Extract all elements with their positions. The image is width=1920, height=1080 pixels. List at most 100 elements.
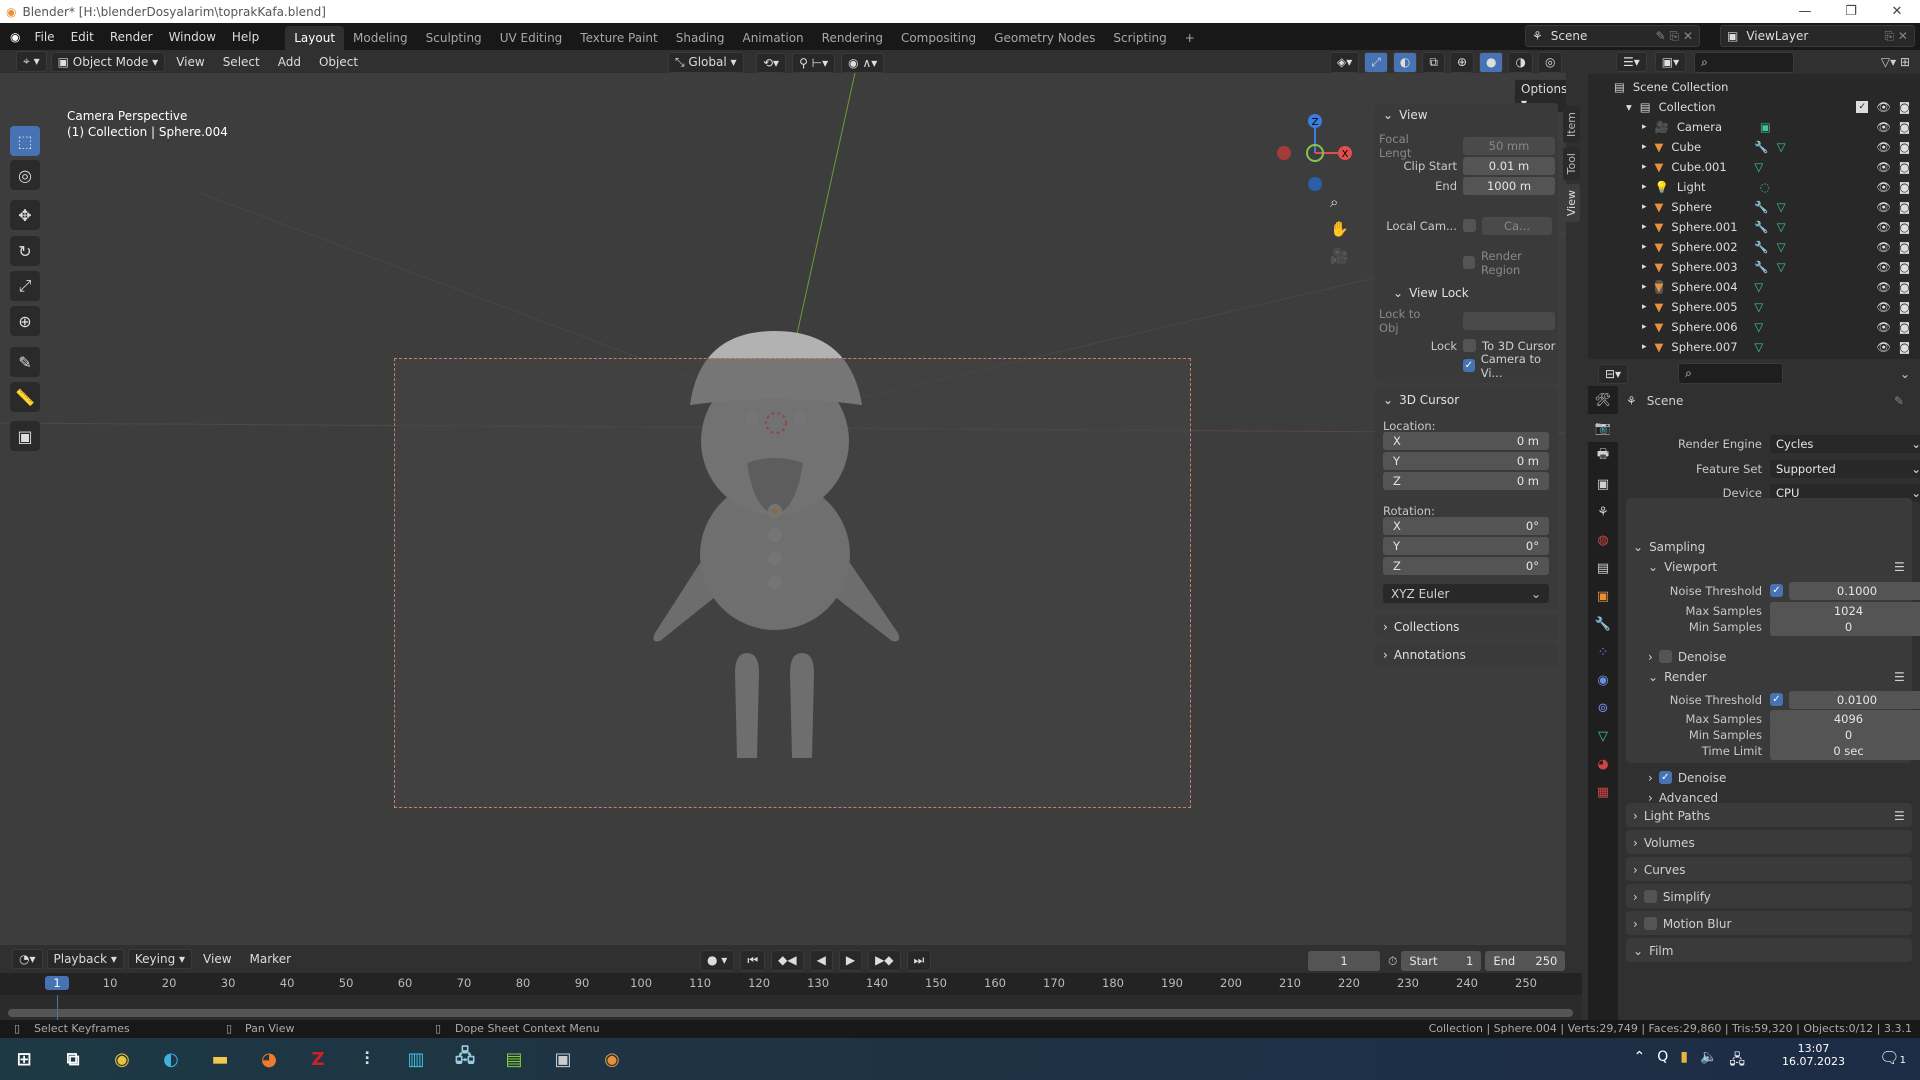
expand-arrow-icon[interactable]: ▸ <box>1642 182 1647 192</box>
menu-object[interactable]: Object <box>312 55 365 69</box>
tray-expand-icon[interactable]: ⌃ <box>1633 1049 1645 1073</box>
workspace-tab-scripting[interactable]: Scripting <box>1104 26 1175 50</box>
next-keyframe-button[interactable]: ▶◆ <box>868 950 901 971</box>
camera-render-icon[interactable]: ◙ <box>1899 240 1910 254</box>
outliner-search-input[interactable]: ⌕ <box>1694 51 1795 73</box>
modifier-tab-icon[interactable]: 🔧 <box>1588 610 1618 638</box>
collection-tab-icon[interactable]: ▤ <box>1588 554 1618 582</box>
solid-shading-icon[interactable]: ● <box>1479 52 1504 73</box>
eye-icon[interactable]: 👁 <box>1876 160 1891 174</box>
keying-menu[interactable]: Keying ▾ <box>127 949 193 969</box>
workspace-tab-geometry-nodes[interactable]: Geometry Nodes <box>985 26 1104 50</box>
network-icon[interactable]: 🖧 <box>1729 1049 1745 1073</box>
camera-render-icon[interactable]: ◙ <box>1899 120 1910 134</box>
3d-cursor-header[interactable]: ⌄ 3D Cursor <box>1375 388 1558 412</box>
render-tab-icon[interactable]: 📷 <box>1588 414 1618 442</box>
texture-tab-icon[interactable]: ▦ <box>1588 778 1618 806</box>
expand-arrow-icon[interactable]: ▸ <box>1642 202 1647 212</box>
file-explorer-icon[interactable]: ▬ <box>206 1046 234 1072</box>
modifier-icon[interactable]: 🔧 <box>1754 220 1768 234</box>
monitor-app-icon[interactable]: ▣ <box>549 1046 577 1072</box>
rotate-tool-icon[interactable]: ↻ <box>10 236 40 266</box>
chrome-icon[interactable]: ◉ <box>108 1046 136 1072</box>
rendered-shading-icon[interactable]: ◎ <box>1537 52 1563 73</box>
filezilla-icon[interactable]: Z <box>304 1046 332 1072</box>
mesh-data-icon[interactable]: ▽ <box>1754 340 1763 354</box>
scene-selector[interactable]: ⚘ Scene ✎ ⎘ ✕ <box>1525 25 1700 47</box>
camera-render-icon[interactable]: ◙ <box>1899 160 1910 174</box>
outliner-display-mode[interactable]: ☰▾ <box>1616 52 1647 72</box>
collections-panel[interactable]: › Collections <box>1375 615 1558 639</box>
focal-length-field[interactable]: 50 mm <box>1463 136 1555 155</box>
cursor-rotation-z-field[interactable]: Z 0° <box>1383 557 1549 575</box>
eye-icon[interactable]: 👁 <box>1876 320 1891 334</box>
workspace-tab-shading[interactable]: Shading <box>667 26 734 50</box>
start-frame-field[interactable]: Start 1 <box>1401 951 1482 971</box>
outliner-item-light[interactable]: ▸ 💡 Light ◌ 👁 ◙ <box>1588 177 1920 197</box>
viewport-noise-threshold-field[interactable]: 0.1000 <box>1789 581 1920 600</box>
move-tool-icon[interactable]: ✥ <box>10 200 40 230</box>
play-button[interactable]: ▶ <box>838 950 863 971</box>
firefox-icon[interactable]: ◕ <box>255 1046 283 1072</box>
camera-render-icon[interactable]: ◙ <box>1899 140 1910 154</box>
workspace-tab-animation[interactable]: Animation <box>733 26 812 50</box>
mesh-data-icon[interactable]: ▽ <box>1754 280 1763 294</box>
feature-set-dropdown[interactable]: Supported ⌄ <box>1770 459 1920 478</box>
menu-add[interactable]: Add <box>271 55 308 69</box>
workspace-tab-sculpting[interactable]: Sculpting <box>417 26 491 50</box>
timeline-track-area[interactable] <box>0 995 1582 1020</box>
viewport-min-samples-field[interactable]: 0 <box>1770 617 1920 636</box>
motion-blur-checkbox[interactable] <box>1643 917 1657 930</box>
mesh-data-icon[interactable]: ▽ <box>1777 140 1786 154</box>
outliner-item-camera[interactable]: ▸ 🎥 Camera ▣ 👁 ◙ <box>1588 117 1920 137</box>
view-panel-header[interactable]: ⌄ View <box>1375 103 1558 127</box>
expand-arrow-icon[interactable]: ▸ <box>1642 342 1647 352</box>
local-camera-field[interactable]: Ca... <box>1482 216 1552 235</box>
properties-search-input[interactable]: ⌕ <box>1678 363 1784 384</box>
editor-type-button[interactable]: ⌖ ▾ <box>16 51 47 72</box>
local-camera-checkbox[interactable] <box>1463 219 1476 232</box>
render-noise-threshold-checkbox[interactable]: ✓ <box>1770 693 1783 706</box>
mesh-data-icon[interactable]: ▽ <box>1777 200 1786 214</box>
clock[interactable]: 13:07 16.07.2023 <box>1782 1042 1845 1068</box>
light-data-icon[interactable]: ◌ <box>1760 180 1770 194</box>
menu-select[interactable]: Select <box>216 55 267 69</box>
eye-icon[interactable]: 👁 <box>1876 300 1891 314</box>
playback-menu[interactable]: Playback ▾ <box>46 949 124 969</box>
stopwatch-icon[interactable]: ⏱ <box>1388 954 1397 969</box>
outliner-item-sphere-004[interactable]: ▸ ▼ Sphere.004 ▽ 👁 ◙ <box>1588 277 1920 297</box>
transform-orientation-dropdown[interactable]: ⤡ Global ▾ <box>668 52 744 73</box>
gizmo-toggle-icon[interactable]: ⤢ <box>1364 52 1388 73</box>
expand-arrow-icon[interactable]: ▸ <box>1642 162 1647 172</box>
render-region-checkbox[interactable] <box>1463 256 1475 269</box>
jump-end-button[interactable]: ⏭ <box>906 950 932 971</box>
record-button[interactable]: ● ▾ <box>700 950 735 971</box>
camera-render-icon[interactable]: ◙ <box>1899 260 1910 274</box>
motion-blur-row[interactable]: › Motion Blur <box>1633 914 1731 933</box>
menu-window[interactable]: Window <box>161 30 224 44</box>
output-tab-icon[interactable]: 🖶 <box>1588 442 1618 470</box>
transform-tool-icon[interactable]: ⊕ <box>10 306 40 336</box>
annotations-panel[interactable]: › Annotations <box>1375 643 1558 667</box>
tab-item[interactable]: Item <box>1563 106 1580 144</box>
presets-list-icon[interactable]: ☰ <box>1894 560 1905 574</box>
mesh-data-icon[interactable]: ▽ <box>1777 240 1786 254</box>
workspace-tab-texture-paint[interactable]: Texture Paint <box>571 26 666 50</box>
expand-arrow-icon[interactable]: ▸ <box>1642 302 1647 312</box>
network-app-icon[interactable]: 🖧 <box>451 1046 479 1072</box>
expand-arrow-icon[interactable]: ▾ <box>1626 100 1632 114</box>
eye-icon[interactable]: 👁 <box>1876 140 1891 154</box>
clip-start-field[interactable]: 0.01 m <box>1463 156 1555 175</box>
sampling-header[interactable]: ⌄ Sampling <box>1633 537 1705 556</box>
edge-icon[interactable]: ◐ <box>157 1046 185 1072</box>
cursor-rotation-x-field[interactable]: X 0° <box>1383 517 1549 535</box>
tray-app-icon[interactable]: ▮ <box>1680 1049 1688 1073</box>
visibility-icon[interactable]: ◈▾ <box>1330 52 1360 73</box>
outliner-item-sphere-007[interactable]: ▸ ▼ Sphere.007 ▽ 👁 ◙ <box>1588 337 1920 357</box>
workspace-tab-rendering[interactable]: Rendering <box>813 26 892 50</box>
prev-keyframe-button[interactable]: ◆◀ <box>771 950 804 971</box>
measure-tool-icon[interactable]: 📏 <box>10 382 40 412</box>
lock-to-cursor-checkbox[interactable] <box>1463 339 1476 352</box>
expand-arrow-icon[interactable]: ▸ <box>1642 222 1647 232</box>
snap-icon[interactable]: ⚲ ⊢▾ <box>792 53 836 73</box>
